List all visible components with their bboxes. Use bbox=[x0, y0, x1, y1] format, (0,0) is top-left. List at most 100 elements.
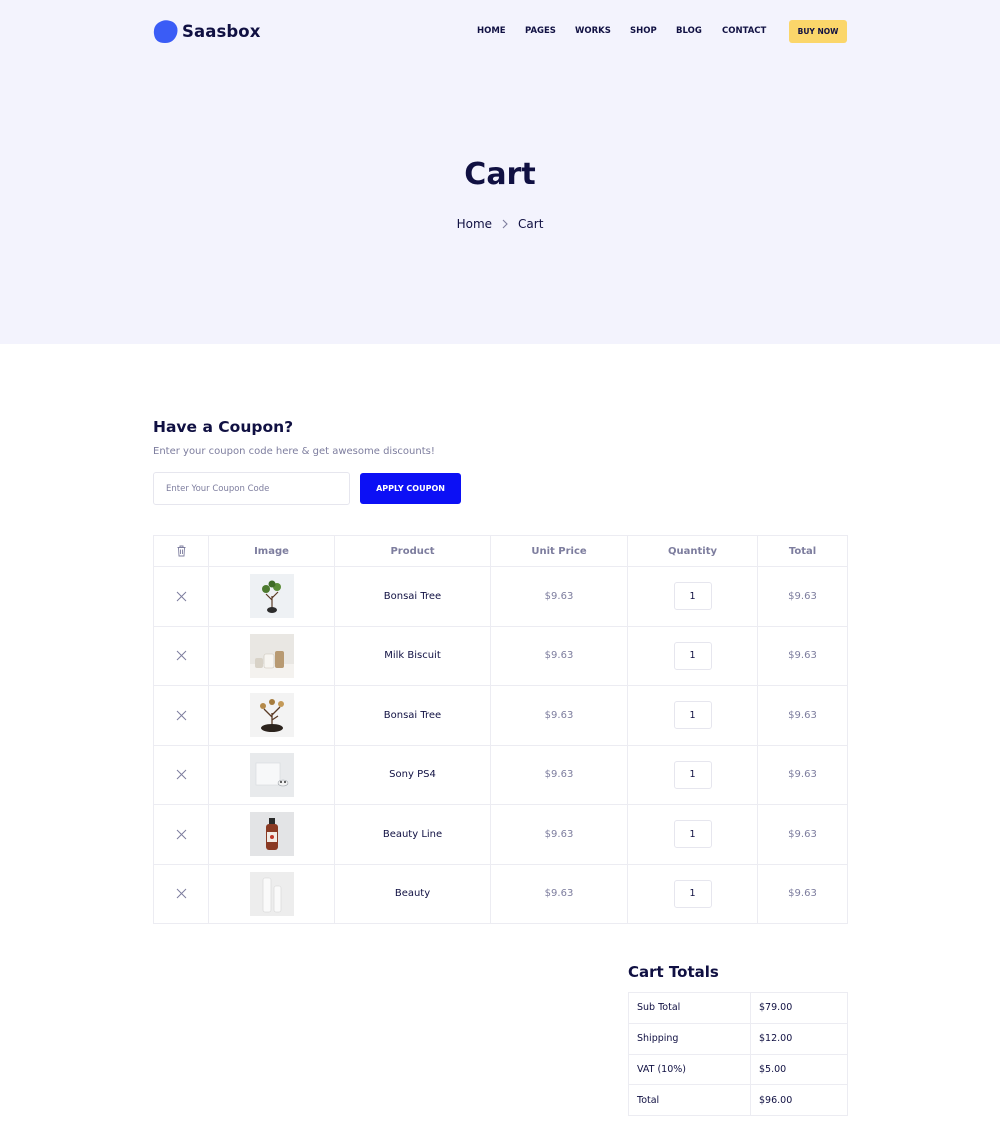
header-remove bbox=[153, 535, 209, 567]
cart-row: Sony PS4 $9.63 $9.63 bbox=[153, 744, 848, 805]
cart-table: Image Product Unit Price Quantity Total … bbox=[153, 535, 848, 924]
total-cell: $9.63 bbox=[757, 804, 848, 865]
remove-cell bbox=[153, 744, 209, 805]
totals-label: Shipping bbox=[628, 1022, 751, 1055]
total-cell: $9.63 bbox=[757, 685, 848, 746]
page-title: Cart bbox=[464, 157, 536, 192]
totals-label: VAT (10%) bbox=[628, 1053, 751, 1086]
product-name[interactable]: Beauty Line bbox=[383, 829, 442, 840]
header-product: Product bbox=[334, 535, 491, 567]
breadcrumb: Home Cart bbox=[0, 217, 1000, 231]
product-name[interactable]: Bonsai Tree bbox=[384, 710, 441, 721]
line-total: $9.63 bbox=[788, 650, 817, 662]
nav-works[interactable]: WORKS bbox=[575, 26, 611, 36]
image-cell bbox=[208, 625, 335, 686]
quantity-input[interactable] bbox=[673, 820, 712, 849]
product-name[interactable]: Milk Biscuit bbox=[384, 650, 441, 661]
header-image: Image bbox=[208, 535, 335, 567]
quantity-input[interactable] bbox=[673, 641, 712, 670]
unit-price-cell: $9.63 bbox=[490, 625, 628, 686]
unit-price-cell: $9.63 bbox=[490, 863, 628, 924]
totals-row: Total $96.00 bbox=[628, 1084, 848, 1116]
remove-cell bbox=[153, 863, 209, 924]
product-cell: Milk Biscuit bbox=[334, 625, 491, 686]
unit-price: $9.63 bbox=[544, 709, 574, 721]
remove-cell bbox=[153, 804, 209, 865]
product-cell: Beauty Line bbox=[334, 804, 491, 865]
coupon-description: Enter your coupon code here & get awesom… bbox=[153, 446, 435, 457]
coupon-input[interactable] bbox=[153, 472, 350, 505]
sony-ps4-thumbnail[interactable] bbox=[249, 752, 294, 797]
unit-price: $9.63 bbox=[544, 769, 574, 781]
totals-row: VAT (10%) $5.00 bbox=[628, 1053, 848, 1086]
unit-price-cell: $9.63 bbox=[490, 566, 628, 627]
close-icon[interactable] bbox=[176, 769, 187, 780]
close-icon[interactable] bbox=[176, 650, 187, 661]
nav-home[interactable]: HOME bbox=[477, 26, 506, 36]
cart-header-row: Image Product Unit Price Quantity Total bbox=[153, 535, 848, 567]
beauty-line-thumbnail[interactable] bbox=[249, 812, 294, 857]
quantity-input[interactable] bbox=[673, 879, 712, 908]
breadcrumb-current: Cart bbox=[518, 217, 544, 231]
breadcrumb-home[interactable]: Home bbox=[457, 217, 492, 231]
page-hero: Saasbox HOME PAGES WORKS SHOP BLOG CONTA… bbox=[0, 0, 1000, 344]
quantity-cell bbox=[627, 625, 758, 686]
unit-price-cell: $9.63 bbox=[490, 804, 628, 865]
apply-coupon-button[interactable]: APPLY COUPON bbox=[360, 473, 461, 504]
totals-label: Total bbox=[628, 1084, 751, 1116]
quantity-input[interactable] bbox=[673, 701, 712, 730]
header-total: Total bbox=[757, 535, 848, 567]
totals-value: $79.00 bbox=[750, 992, 848, 1024]
unit-price: $9.63 bbox=[544, 888, 574, 900]
product-name[interactable]: Sony PS4 bbox=[389, 769, 436, 780]
buy-now-button[interactable]: BUY NOW bbox=[789, 20, 847, 43]
close-icon[interactable] bbox=[176, 888, 187, 899]
totals-row: Sub Total $79.00 bbox=[628, 992, 848, 1024]
nav-blog[interactable]: BLOG bbox=[676, 26, 702, 36]
trash-icon bbox=[177, 545, 185, 557]
line-total: $9.63 bbox=[788, 590, 817, 602]
line-total: $9.63 bbox=[788, 888, 817, 900]
quantity-cell bbox=[627, 685, 758, 746]
unit-price-cell: $9.63 bbox=[490, 744, 628, 805]
beauty-thumbnail[interactable] bbox=[249, 871, 294, 916]
close-icon[interactable] bbox=[176, 710, 187, 721]
cart-totals-title: Cart Totals bbox=[628, 963, 719, 981]
remove-cell bbox=[153, 685, 209, 746]
remove-cell bbox=[153, 625, 209, 686]
line-total: $9.63 bbox=[788, 709, 817, 721]
quantity-input[interactable] bbox=[673, 760, 712, 789]
cart-row: Bonsai Tree $9.63 $9.63 bbox=[153, 566, 848, 627]
brand-logo[interactable]: Saasbox bbox=[153, 19, 260, 44]
total-cell: $9.63 bbox=[757, 566, 848, 627]
quantity-input[interactable] bbox=[673, 582, 712, 611]
bonsai-tree-thumbnail[interactable] bbox=[249, 693, 294, 738]
cart-totals-table: Sub Total $79.00 Shipping $12.00 VAT (10… bbox=[628, 992, 848, 1116]
cart-row: Milk Biscuit $9.63 $9.63 bbox=[153, 625, 848, 686]
total-cell: $9.63 bbox=[757, 863, 848, 924]
product-name[interactable]: Bonsai Tree bbox=[384, 591, 441, 602]
quantity-cell bbox=[627, 863, 758, 924]
product-cell: Beauty bbox=[334, 863, 491, 924]
image-cell bbox=[208, 566, 335, 627]
brand-name: Saasbox bbox=[182, 22, 261, 41]
remove-cell bbox=[153, 566, 209, 627]
chevron-right-icon bbox=[502, 219, 508, 229]
close-icon[interactable] bbox=[176, 829, 187, 840]
total-cell: $9.63 bbox=[757, 744, 848, 805]
line-total: $9.63 bbox=[788, 769, 817, 781]
product-name[interactable]: Beauty bbox=[395, 888, 430, 899]
close-icon[interactable] bbox=[176, 591, 187, 602]
totals-row: Shipping $12.00 bbox=[628, 1022, 848, 1055]
nav-contact[interactable]: CONTACT bbox=[722, 26, 766, 36]
logo-icon bbox=[153, 20, 178, 43]
milk-biscuit-thumbnail[interactable] bbox=[249, 633, 294, 678]
header-unit-price: Unit Price bbox=[490, 535, 628, 567]
totals-value: $96.00 bbox=[750, 1084, 848, 1116]
nav-shop[interactable]: SHOP bbox=[630, 26, 657, 36]
bonsai-tree-thumbnail[interactable] bbox=[249, 574, 294, 619]
unit-price: $9.63 bbox=[544, 590, 574, 602]
nav-pages[interactable]: PAGES bbox=[525, 26, 556, 36]
quantity-cell bbox=[627, 744, 758, 805]
image-cell bbox=[208, 685, 335, 746]
